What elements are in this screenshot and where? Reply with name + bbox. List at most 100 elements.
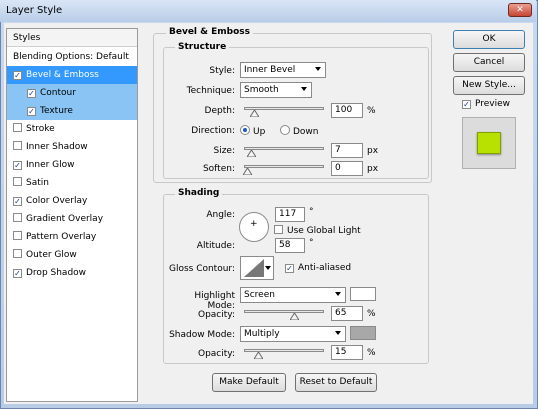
- styles-list-item-label: Contour: [40, 88, 76, 98]
- styles-list-item[interactable]: Gradient Overlay: [7, 210, 137, 228]
- highlight-mode-value: Screen: [244, 290, 275, 300]
- styles-list-item[interactable]: Satin: [7, 174, 137, 192]
- preview-checkbox[interactable]: ✓ Preview: [462, 99, 510, 109]
- depth-unit: %: [367, 106, 376, 116]
- highlight-mode-label: Highlight Mode:: [194, 291, 235, 311]
- soften-label: Soften:: [202, 164, 235, 174]
- shadow-opacity-input[interactable]: 15: [331, 345, 363, 360]
- styles-list-item-label: Drop Shadow: [26, 268, 87, 278]
- highlight-opacity-input[interactable]: 65: [331, 306, 363, 321]
- checkmark-icon: ✓: [462, 100, 471, 109]
- styles-list-item[interactable]: Blending Options: Default: [7, 48, 137, 66]
- styles-list-item-label: Texture: [40, 106, 73, 116]
- size-input[interactable]: 7: [331, 143, 363, 158]
- depth-slider-thumb[interactable]: [249, 109, 261, 118]
- preview-swatch: [477, 132, 501, 154]
- highlight-opacity-slider[interactable]: [244, 310, 324, 313]
- checkbox-icon[interactable]: [13, 141, 22, 150]
- anti-aliased-checkbox[interactable]: ✓ Anti-aliased: [285, 263, 351, 273]
- depth-label: Depth:: [204, 106, 235, 116]
- style-label: Style:: [209, 66, 235, 76]
- chevron-down-icon: [265, 266, 271, 270]
- styles-list-item[interactable]: ✓ Color Overlay: [7, 192, 137, 210]
- size-slider-thumb[interactable]: [245, 149, 257, 158]
- gloss-contour-label: Gloss Contour:: [168, 264, 235, 274]
- styles-list-item[interactable]: ✓ Bevel & Emboss: [7, 66, 137, 84]
- soften-slider[interactable]: [244, 165, 324, 168]
- styles-list-item[interactable]: ✓ Contour: [7, 84, 137, 102]
- highlight-opacity-thumb[interactable]: [288, 312, 300, 321]
- styles-list-item-label: Bevel & Emboss: [26, 70, 99, 80]
- close-button[interactable]: ✕: [508, 3, 532, 17]
- direction-down-option[interactable]: Down: [280, 125, 319, 137]
- checkmark-icon: ✓: [285, 264, 294, 273]
- shadow-color-swatch[interactable]: [350, 326, 376, 340]
- styles-list-item-label: Satin: [26, 178, 49, 188]
- angle-label: Angle:: [206, 210, 235, 220]
- styles-list-item-label: Color Overlay: [26, 196, 88, 206]
- shadow-mode-value: Multiply: [244, 329, 280, 339]
- angle-cross-icon: +: [250, 219, 258, 229]
- angle-input[interactable]: 117: [275, 207, 305, 222]
- checkbox-icon[interactable]: [13, 213, 22, 222]
- styles-list-item[interactable]: ✓ Texture: [7, 102, 137, 120]
- direction-up-option[interactable]: Up: [240, 125, 265, 137]
- styles-list-item[interactable]: Outer Glow: [7, 246, 137, 264]
- styles-list-item-label: Pattern Overlay: [26, 232, 97, 242]
- cancel-button[interactable]: Cancel: [453, 53, 525, 72]
- chevron-down-icon: [301, 87, 307, 91]
- gloss-contour-picker[interactable]: [240, 256, 274, 280]
- highlight-color-swatch[interactable]: [350, 287, 376, 301]
- technique-label: Technique:: [186, 86, 235, 96]
- highlight-opacity-unit: %: [367, 309, 376, 319]
- styles-list-item[interactable]: ✓ Inner Glow: [7, 156, 137, 174]
- styles-list-item-label: Blending Options: Default: [13, 52, 129, 62]
- highlight-opacity-label: Opacity:: [198, 310, 235, 320]
- window-title: Layer Style: [6, 5, 63, 16]
- checkmark-icon[interactable]: ✓: [27, 107, 36, 116]
- shadow-opacity-thumb[interactable]: [252, 351, 264, 360]
- direction-label: Direction:: [191, 126, 235, 136]
- styles-list-panel: Styles Blending Options: Default ✓ Bevel &…: [6, 28, 138, 402]
- style-select-value: Inner Bevel: [244, 65, 296, 75]
- altitude-input[interactable]: 58: [275, 238, 305, 253]
- depth-input[interactable]: 100: [331, 103, 363, 118]
- chevron-down-icon: [315, 67, 321, 71]
- styles-list-item[interactable]: ✓ Drop Shadow: [7, 264, 137, 282]
- size-slider[interactable]: [244, 147, 324, 150]
- checkbox-icon[interactable]: [13, 123, 22, 132]
- technique-select[interactable]: Smooth: [240, 82, 312, 98]
- checkbox-icon[interactable]: [13, 177, 22, 186]
- style-select[interactable]: Inner Bevel: [240, 62, 326, 78]
- checkmark-icon[interactable]: ✓: [13, 161, 22, 170]
- reset-to-default-button[interactable]: Reset to Default: [295, 373, 377, 392]
- styles-list-item[interactable]: Pattern Overlay: [7, 228, 137, 246]
- styles-list-item-label: Stroke: [26, 124, 55, 134]
- make-default-button[interactable]: Make Default: [212, 373, 286, 392]
- angle-dial[interactable]: +: [239, 212, 269, 242]
- shadow-mode-select[interactable]: Multiply: [240, 326, 346, 342]
- technique-select-value: Smooth: [244, 85, 279, 95]
- new-style-button[interactable]: New Style...: [453, 76, 525, 95]
- use-global-light-checkbox[interactable]: Use Global Light: [274, 225, 361, 236]
- soften-slider-thumb[interactable]: [242, 167, 253, 176]
- bevel-emboss-title: Bevel & Emboss: [166, 27, 253, 37]
- checkmark-icon[interactable]: ✓: [13, 269, 22, 278]
- checkmark-icon[interactable]: ✓: [13, 71, 22, 80]
- chevron-down-icon: [335, 292, 341, 296]
- styles-list-item-label: Gradient Overlay: [26, 214, 104, 224]
- checkmark-icon[interactable]: ✓: [13, 197, 22, 206]
- checkbox-icon[interactable]: [13, 231, 22, 240]
- highlight-mode-select[interactable]: Screen: [240, 287, 346, 303]
- structure-title: Structure: [175, 42, 230, 52]
- soften-unit: px: [367, 164, 379, 174]
- checkmark-icon[interactable]: ✓: [27, 89, 36, 98]
- soften-input[interactable]: 0: [331, 161, 363, 176]
- styles-list-item[interactable]: Inner Shadow: [7, 138, 137, 156]
- checkbox-icon[interactable]: [13, 249, 22, 258]
- styles-list-item[interactable]: Stroke: [7, 120, 137, 138]
- angle-degree: °: [309, 207, 314, 217]
- shadow-mode-label: Shadow Mode:: [169, 330, 235, 340]
- ok-button[interactable]: OK: [453, 30, 525, 49]
- title-bar: Layer Style ✕: [0, 0, 536, 22]
